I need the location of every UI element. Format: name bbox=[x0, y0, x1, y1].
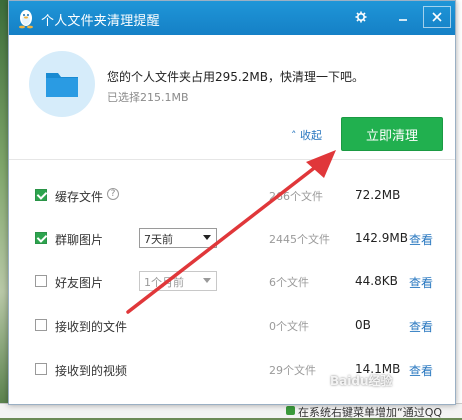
minimize-button[interactable] bbox=[389, 6, 417, 28]
clean-now-button[interactable]: 立即清理 bbox=[341, 117, 443, 151]
folder-badge bbox=[29, 51, 95, 117]
item-label: 群聊图片 bbox=[55, 233, 104, 247]
select-value: 1个月前 bbox=[144, 276, 184, 289]
item-label: 好友图片 bbox=[55, 276, 104, 290]
settings-button[interactable] bbox=[347, 6, 375, 28]
item-label: 接收到的文件 bbox=[55, 320, 128, 334]
received-videos-checkbox[interactable] bbox=[35, 363, 47, 375]
view-link[interactable]: 查看 bbox=[409, 274, 433, 291]
divider bbox=[9, 159, 455, 160]
title-bar[interactable]: 个人文件夹清理提醒 bbox=[9, 1, 455, 35]
help-icon[interactable]: ? bbox=[107, 188, 119, 200]
close-button[interactable] bbox=[423, 6, 451, 28]
list-item-cache: 缓存文件 ? 266个文件 72.2MB bbox=[9, 183, 455, 209]
friend-images-time-select[interactable]: 1个月前 bbox=[139, 271, 217, 291]
background-checkbox-icon bbox=[286, 406, 295, 415]
summary-message: 您的个人文件夹占用295.2MB，快清理一下吧。 bbox=[107, 70, 364, 84]
background-bottom-text: 在系统右键菜单增加“通过QQ bbox=[298, 406, 443, 419]
cleanup-dialog: 个人文件夹清理提醒 您的个人文件夹占用295.2MB，快清理一下吧。 已选择21… bbox=[8, 0, 456, 405]
dialog-title: 个人文件夹清理提醒 bbox=[41, 14, 160, 29]
summary-area: 您的个人文件夹占用295.2MB，快清理一下吧。 已选择215.1MB ˄ 收起… bbox=[9, 35, 455, 159]
list-item-group-images: 群聊图片 7天前 2445个文件 142.9MB 查看 bbox=[9, 226, 455, 252]
friend-images-checkbox[interactable] bbox=[35, 275, 47, 287]
list-item-friend-images: 好友图片 1个月前 6个文件 44.8KB 查看 bbox=[9, 269, 455, 295]
qq-penguin-icon bbox=[19, 10, 33, 29]
file-size: 72.2MB bbox=[355, 188, 401, 202]
view-link[interactable]: 查看 bbox=[409, 231, 433, 248]
select-value: 7天前 bbox=[144, 233, 173, 246]
list-item-received-files: 接收到的文件 0个文件 0B 查看 bbox=[9, 313, 455, 339]
group-images-time-select[interactable]: 7天前 bbox=[139, 228, 217, 248]
file-count: 2445个文件 bbox=[269, 233, 330, 246]
group-images-checkbox[interactable] bbox=[35, 232, 47, 244]
minimize-icon bbox=[399, 19, 407, 21]
folder-icon bbox=[46, 73, 78, 97]
chevron-down-icon bbox=[203, 235, 211, 240]
view-link[interactable]: 查看 bbox=[409, 318, 433, 335]
chevron-up-icon: ˄ bbox=[291, 129, 300, 142]
item-label: 接收到的视频 bbox=[55, 364, 128, 378]
received-files-checkbox[interactable] bbox=[35, 319, 47, 331]
file-count: 0个文件 bbox=[269, 320, 309, 333]
collapse-label: 收起 bbox=[300, 129, 322, 142]
file-count: 6个文件 bbox=[269, 276, 309, 289]
file-size: 44.8KB bbox=[355, 274, 398, 288]
collapse-link[interactable]: ˄ 收起 bbox=[291, 127, 322, 143]
baidu-watermark: Baidu经验 bbox=[330, 374, 393, 388]
gear-icon bbox=[355, 11, 367, 23]
file-count: 29个文件 bbox=[269, 364, 316, 377]
chevron-down-icon bbox=[203, 278, 211, 283]
selected-size: 已选择215.1MB bbox=[107, 91, 189, 104]
view-link[interactable]: 查看 bbox=[409, 362, 433, 379]
item-label: 缓存文件 bbox=[55, 190, 104, 204]
file-size: 0B bbox=[355, 318, 371, 332]
background-bottom-bar: 在系统右键菜单增加“通过QQ bbox=[0, 403, 462, 419]
file-count: 266个文件 bbox=[269, 190, 323, 203]
close-icon bbox=[432, 12, 442, 22]
file-size: 142.9MB bbox=[355, 231, 408, 245]
cache-checkbox[interactable] bbox=[35, 189, 47, 201]
